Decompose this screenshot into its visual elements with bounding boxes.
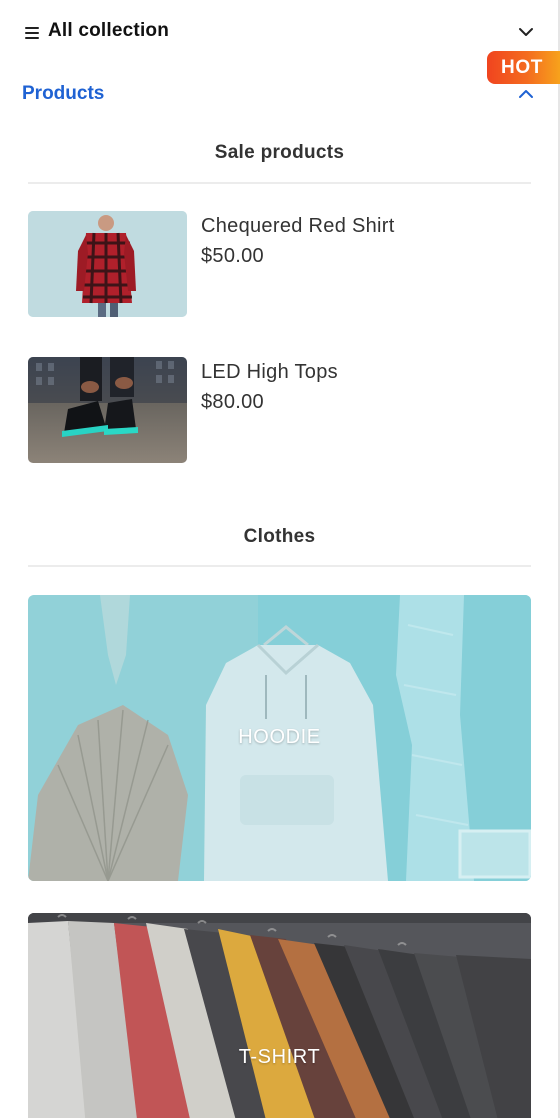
category-label[interactable]: T-SHIRT bbox=[28, 1046, 531, 1069]
clothes-heading: Clothes bbox=[243, 526, 316, 547]
hamburger-menu-icon[interactable] bbox=[25, 27, 39, 39]
tshirt-rack-photo bbox=[28, 913, 531, 1118]
chevron-up-icon[interactable] bbox=[518, 88, 534, 100]
category-label[interactable]: HOODIE bbox=[28, 726, 531, 749]
section-divider bbox=[28, 182, 531, 184]
product-price: $50.00 bbox=[201, 245, 264, 267]
product-item[interactable]: LED High Tops $80.00 bbox=[28, 357, 531, 465]
led-sneakers-photo[interactable] bbox=[28, 357, 187, 463]
product-price: $80.00 bbox=[201, 391, 264, 413]
mobile-page: All collection HOT Products Sale product… bbox=[0, 0, 560, 1118]
product-name[interactable]: LED High Tops bbox=[201, 361, 338, 384]
category-card-hoodie[interactable]: HOODIE bbox=[28, 595, 531, 881]
collection-title: All collection bbox=[48, 20, 170, 41]
category-card-tshirt[interactable]: T-SHIRT bbox=[28, 913, 531, 1118]
products-nav-item[interactable]: Products bbox=[22, 83, 104, 105]
hot-badge[interactable]: HOT bbox=[487, 51, 560, 84]
section-divider bbox=[28, 565, 531, 567]
product-item[interactable]: Chequered Red Shirt $50.00 bbox=[28, 211, 531, 319]
red-plaid-shirt-photo[interactable] bbox=[28, 211, 187, 317]
collection-header[interactable]: All collection bbox=[0, 0, 560, 64]
product-name[interactable]: Chequered Red Shirt bbox=[201, 215, 395, 238]
chevron-down-icon[interactable] bbox=[518, 26, 534, 38]
sale-products-heading: Sale products bbox=[214, 142, 345, 163]
